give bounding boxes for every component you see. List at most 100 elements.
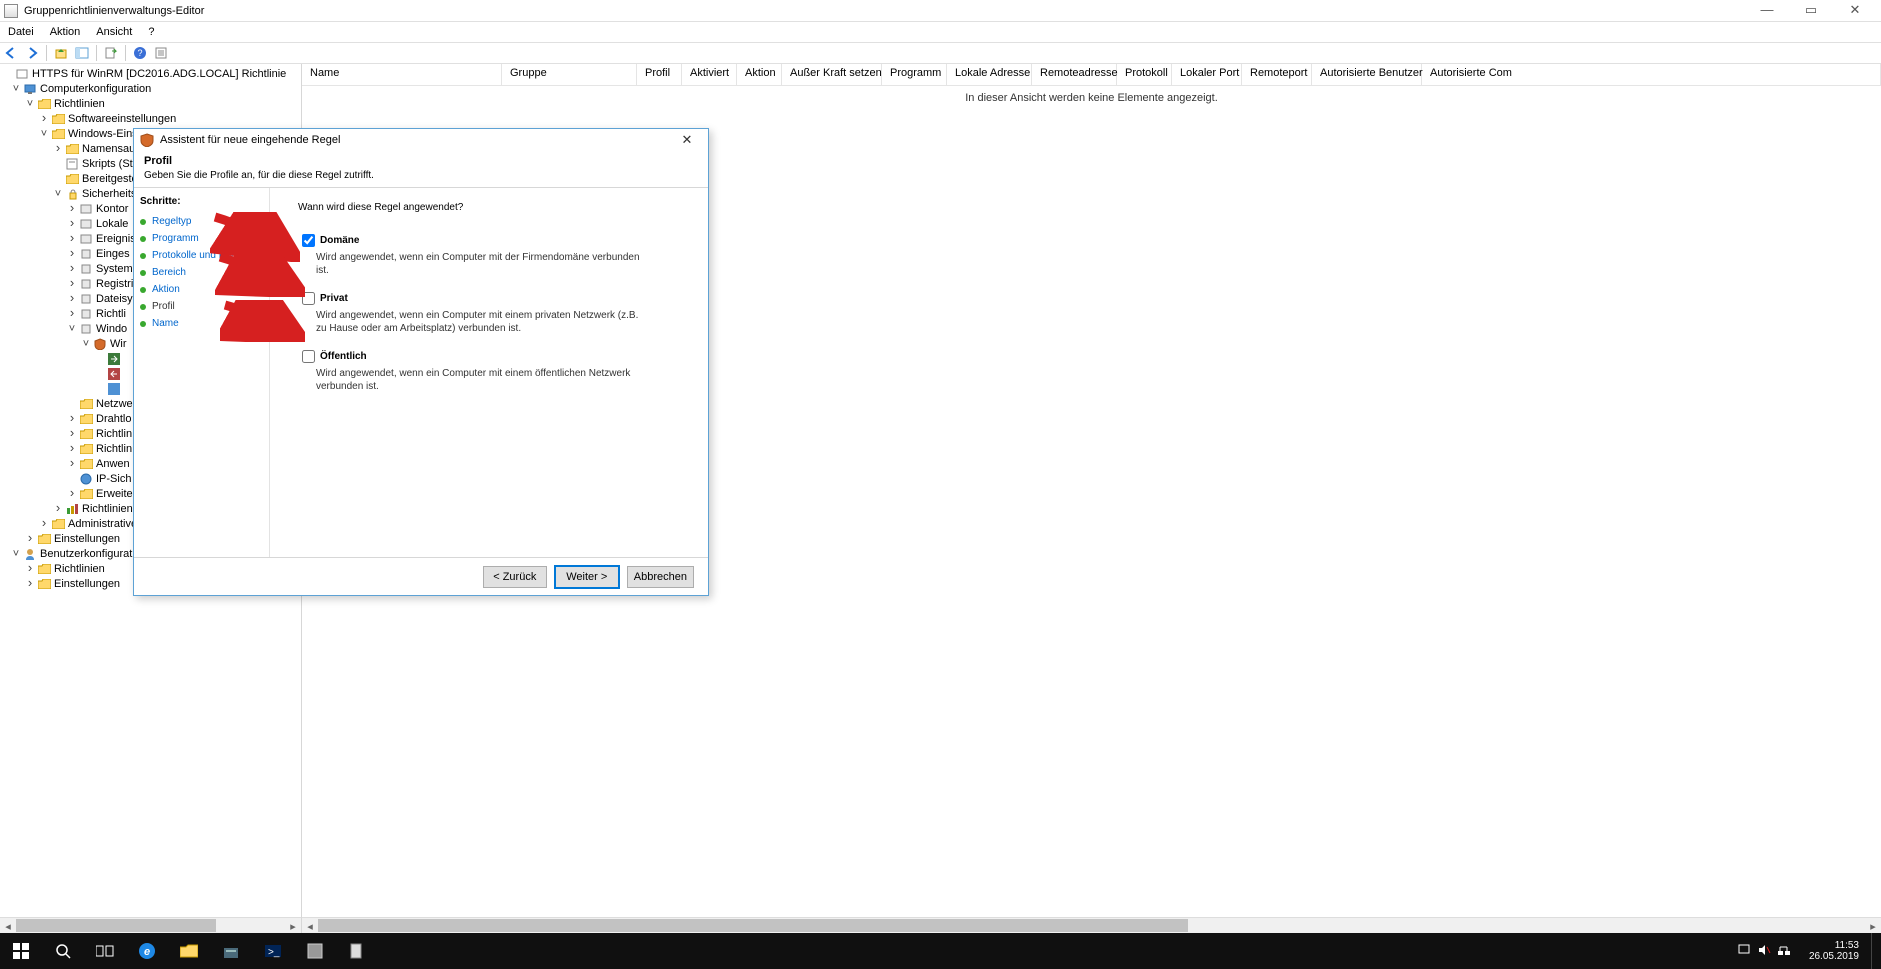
step-programm[interactable]: Programm — [140, 230, 263, 247]
scroll-left-icon[interactable]: ◂ — [0, 918, 16, 933]
col-protokoll[interactable]: Protokoll — [1117, 64, 1172, 85]
step-protokolle[interactable]: Protokolle und Ports — [140, 247, 263, 264]
menu-datei[interactable]: Datei — [4, 24, 38, 40]
question-label: Wann wird diese Regel angewendet? — [298, 202, 694, 213]
tree-softwareeinstellungen[interactable]: Softwareeinstellungen — [0, 111, 301, 126]
taskbar-explorer-icon[interactable] — [168, 933, 210, 969]
tree-label: Windo — [96, 323, 127, 335]
col-remoteport[interactable]: Remoteport — [1242, 64, 1312, 85]
forward-button[interactable] — [23, 44, 41, 62]
show-hide-tree-button[interactable] — [73, 44, 91, 62]
col-profil[interactable]: Profil — [637, 64, 682, 85]
taskbar-clock[interactable]: 11:53 26.05.2019 — [1801, 940, 1867, 962]
checkbox-domaene-row: Domäne — [298, 231, 694, 250]
step-link[interactable]: Protokolle und Ports — [152, 250, 242, 261]
tree-label: Dateisy — [96, 293, 133, 305]
menu-aktion[interactable]: Aktion — [46, 24, 85, 40]
step-link[interactable]: Aktion — [152, 284, 180, 295]
col-ausser-kraft[interactable]: Außer Kraft setzen — [782, 64, 882, 85]
tree-label: System — [96, 263, 133, 275]
tree-label: Einstellungen — [54, 578, 120, 590]
step-link[interactable]: Bereich — [152, 267, 186, 278]
export-button[interactable] — [102, 44, 120, 62]
wizard-steps: Schritte: Regeltyp Programm Protokolle u… — [134, 188, 269, 557]
col-lokaler-port[interactable]: Lokaler Port — [1172, 64, 1242, 85]
step-aktion[interactable]: Aktion — [140, 281, 263, 298]
tree-label: IP-Sich — [96, 473, 131, 485]
step-link[interactable]: Regeltyp — [152, 216, 191, 227]
back-button[interactable] — [2, 44, 20, 62]
up-button[interactable] — [52, 44, 70, 62]
dialog-content: Wann wird diese Regel angewendet? Domäne… — [269, 188, 708, 557]
dialog-close-button[interactable]: ✕ — [672, 132, 702, 148]
checkbox-oeffentlich[interactable] — [302, 350, 315, 363]
help-button[interactable]: ? — [131, 44, 149, 62]
tree-label: Drahtlo — [96, 413, 131, 425]
checkbox-privat-label[interactable]: Privat — [320, 293, 348, 304]
cancel-button[interactable]: Abbrechen — [627, 566, 694, 588]
taskbar-app-icon-1[interactable] — [294, 933, 336, 969]
tree-root[interactable]: HTTPS für WinRM [DC2016.ADG.LOCAL] Richt… — [0, 66, 301, 81]
tree-label: Einstellungen — [54, 533, 120, 545]
checkbox-domaene-label[interactable]: Domäne — [320, 235, 359, 246]
list-hscrollbar[interactable]: ◂ ▸ — [302, 917, 1881, 933]
taskbar-app-icon-2[interactable] — [336, 933, 378, 969]
tree-label: Skripts (Sta — [82, 158, 139, 170]
col-gruppe[interactable]: Gruppe — [502, 64, 637, 85]
tray-network-icon[interactable] — [1777, 943, 1791, 960]
menu-help[interactable]: ? — [144, 24, 158, 40]
taskbar[interactable]: e >_ 11:53 26.05.2019 — [0, 933, 1881, 969]
checkbox-privat[interactable] — [302, 292, 315, 305]
dialog-header: Profil Geben Sie die Profile an, für die… — [134, 151, 708, 188]
col-remoteadresse[interactable]: Remoteadresse — [1032, 64, 1117, 85]
search-button[interactable] — [42, 933, 84, 969]
scroll-thumb[interactable] — [318, 919, 1188, 932]
tree-label: Administrative — [68, 518, 137, 530]
tray-volume-icon[interactable] — [1757, 943, 1771, 960]
tree-label: Wir — [110, 338, 127, 350]
checkbox-oeffentlich-label[interactable]: Öffentlich — [320, 351, 367, 362]
dialog-titlebar[interactable]: Assistent für neue eingehende Regel ✕ — [134, 129, 708, 151]
properties-button[interactable] — [152, 44, 170, 62]
step-link[interactable]: Programm — [152, 233, 199, 244]
minimize-button[interactable]: — — [1745, 1, 1789, 21]
col-autorisierte-computer[interactable]: Autorisierte Com — [1422, 64, 1881, 85]
scroll-thumb[interactable] — [16, 919, 216, 932]
scroll-right-icon[interactable]: ▸ — [1865, 918, 1881, 933]
checkbox-domaene[interactable] — [302, 234, 315, 247]
col-aktion[interactable]: Aktion — [737, 64, 782, 85]
col-aktiviert[interactable]: Aktiviert — [682, 64, 737, 85]
taskbar-ie-icon[interactable]: e — [126, 933, 168, 969]
task-view-button[interactable] — [84, 933, 126, 969]
tree-label: Anwen — [96, 458, 130, 470]
menu-ansicht[interactable]: Ansicht — [92, 24, 136, 40]
tree-richtlinien[interactable]: Richtlinien — [0, 96, 301, 111]
close-button[interactable]: ✕ — [1833, 1, 1877, 21]
next-button[interactable]: Weiter > — [555, 566, 619, 588]
tree-hscrollbar[interactable]: ◂ ▸ — [0, 917, 301, 933]
scroll-right-icon[interactable]: ▸ — [285, 918, 301, 933]
step-link[interactable]: Name — [152, 318, 179, 329]
tray[interactable] — [1731, 943, 1797, 960]
tree-computerkonfiguration[interactable]: Computerkonfiguration — [0, 81, 301, 96]
tray-flag-icon[interactable] — [1737, 943, 1751, 960]
tree-label: Einges — [96, 248, 130, 260]
col-lokale-adresse[interactable]: Lokale Adresse — [947, 64, 1032, 85]
col-name[interactable]: Name — [302, 64, 502, 85]
step-regeltyp[interactable]: Regeltyp — [140, 213, 263, 230]
back-button[interactable]: < Zurück — [483, 566, 547, 588]
step-name[interactable]: Name — [140, 315, 263, 332]
window-title: Gruppenrichtlinienverwaltungs-Editor — [24, 5, 204, 17]
toolbar: ? — [0, 42, 1881, 64]
col-programm[interactable]: Programm — [882, 64, 947, 85]
start-button[interactable] — [0, 933, 42, 969]
show-desktop-button[interactable] — [1871, 933, 1877, 969]
scroll-left-icon[interactable]: ◂ — [302, 918, 318, 933]
col-autorisierte-benutzer[interactable]: Autorisierte Benutzer — [1312, 64, 1422, 85]
maximize-button[interactable]: ▭ — [1789, 1, 1833, 21]
tree-root-label: HTTPS für WinRM [DC2016.ADG.LOCAL] Richt… — [32, 68, 286, 80]
step-label: Profil — [152, 301, 175, 312]
taskbar-server-manager-icon[interactable] — [210, 933, 252, 969]
taskbar-powershell-icon[interactable]: >_ — [252, 933, 294, 969]
step-bereich[interactable]: Bereich — [140, 264, 263, 281]
